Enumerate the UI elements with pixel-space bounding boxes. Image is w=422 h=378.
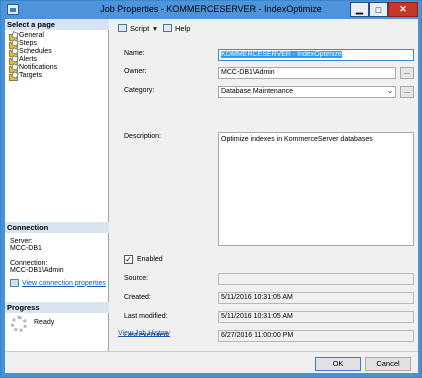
page-item-label: Schedules xyxy=(19,48,52,55)
enabled-checkbox[interactable]: ✓ xyxy=(124,255,133,264)
chevron-down-icon: ⌄ xyxy=(387,88,393,95)
owner-browse-button[interactable]: ... xyxy=(400,67,414,79)
close-button[interactable]: ✕ xyxy=(388,2,418,17)
page-item-label: General xyxy=(19,32,44,39)
script-dropdown-icon[interactable]: ▾ xyxy=(153,24,157,33)
page-item-targets[interactable]: Targets xyxy=(9,71,42,81)
page-item-label: Targets xyxy=(19,72,42,79)
server-value: MCC-DB1 xyxy=(10,245,42,252)
view-connection-properties-link[interactable]: View connection properties xyxy=(22,280,106,287)
page-item-label: Alerts xyxy=(19,56,37,63)
category-select[interactable]: Database Maintenance ⌄ xyxy=(218,86,396,98)
enabled-checkbox-row[interactable]: ✓ Enabled xyxy=(124,255,163,264)
last-executed-field: 6/27/2016 11:00:00 PM xyxy=(218,330,414,342)
page-icon xyxy=(9,56,18,65)
description-label: Description: xyxy=(124,133,161,140)
view-job-history-link[interactable]: View Job History xyxy=(118,330,170,337)
cancel-button[interactable]: Cancel xyxy=(365,357,411,371)
page-icon xyxy=(9,48,18,57)
maximize-button[interactable]: □ xyxy=(369,2,388,17)
left-pane: Select a page General Steps Schedules Al… xyxy=(5,19,109,351)
page-icon xyxy=(9,40,18,49)
name-input[interactable]: KOMMERCESERVER - IndexOptimize xyxy=(218,49,414,61)
created-label: Created: xyxy=(124,294,151,301)
dialog-button-bar: OK Cancel xyxy=(5,351,418,373)
enabled-label: Enabled xyxy=(137,256,163,263)
source-label: Source: xyxy=(124,275,149,282)
last-modified-label: Last modified: xyxy=(124,313,168,320)
page-item-label: Steps xyxy=(19,40,37,47)
script-button[interactable]: Script xyxy=(130,24,149,33)
connection-label: Connection: xyxy=(10,260,48,267)
view-connection-properties[interactable]: View connection properties xyxy=(10,279,106,287)
category-value: Database Maintenance xyxy=(221,88,293,95)
description-input[interactable]: Optimize indexes in KommerceServer datab… xyxy=(218,132,414,246)
server-label: Server: xyxy=(10,238,33,245)
select-page-header: Select a page xyxy=(5,19,109,30)
owner-input[interactable]: MCC-DB1\Admin xyxy=(218,67,396,79)
connection-properties-icon xyxy=(10,279,19,287)
toolbar: Script ▾ Help xyxy=(110,19,418,37)
page-icon xyxy=(9,32,18,41)
ok-button[interactable]: OK xyxy=(315,357,361,371)
dialog-body: Select a page General Steps Schedules Al… xyxy=(5,19,418,373)
progress-header: Progress xyxy=(5,302,109,313)
progress-status: Ready xyxy=(34,319,55,326)
title-bar[interactable]: Job Properties - KOMMERCESERVER - IndexO… xyxy=(1,1,421,19)
help-icon xyxy=(162,24,172,32)
progress-spinner-icon xyxy=(11,316,27,332)
name-value: KOMMERCESERVER - IndexOptimize xyxy=(221,51,342,58)
last-modified-field: 5/11/2016 10:31:05 AM xyxy=(218,311,414,323)
minimize-button[interactable]: ▁ xyxy=(350,2,369,17)
created-field: 5/11/2016 10:31:05 AM xyxy=(218,292,414,304)
connection-header: Connection xyxy=(5,222,109,233)
owner-label: Owner: xyxy=(124,68,147,75)
job-properties-window: Job Properties - KOMMERCESERVER - IndexO… xyxy=(0,0,422,378)
page-icon xyxy=(9,64,18,73)
help-button[interactable]: Help xyxy=(175,24,190,33)
right-pane: Script ▾ Help Name: KOMMERCESERVER - Ind… xyxy=(110,19,418,351)
script-icon xyxy=(118,24,127,32)
name-label: Name: xyxy=(124,50,145,57)
category-browse-button[interactable]: ... xyxy=(400,86,414,98)
page-icon xyxy=(9,72,18,81)
source-field xyxy=(218,273,414,285)
page-item-label: Notifications xyxy=(19,64,58,71)
category-label: Category: xyxy=(124,87,155,94)
connection-value: MCC-DB1\Admin xyxy=(10,267,64,274)
